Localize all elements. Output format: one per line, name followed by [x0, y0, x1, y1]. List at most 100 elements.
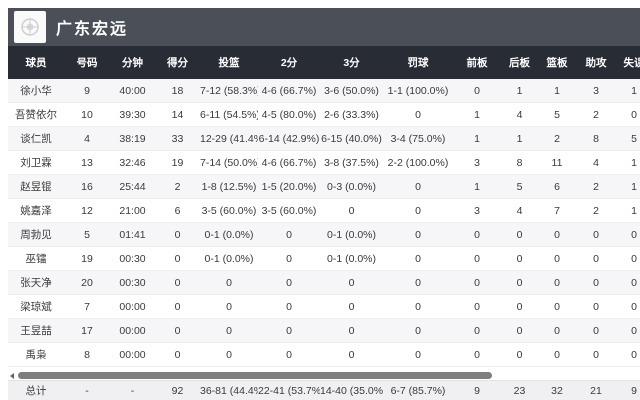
stat-fg: 0	[226, 324, 232, 337]
col-header-fg: 投篮	[218, 57, 240, 69]
stat-ft: 2-2 (100.0%)	[387, 156, 449, 169]
stat-dreb: 8	[516, 156, 523, 169]
stat-2p: 6-14 (42.9%)	[258, 132, 320, 145]
col-header-2p: 2分	[280, 57, 298, 69]
stat-reb: 1	[554, 84, 560, 97]
stat-ast: 0	[593, 300, 599, 313]
stat-ast: 0	[593, 348, 599, 361]
stat-number: 20	[81, 276, 93, 289]
table-row: 梁琼斌 7 00:00 0 0 0 0 0 0 0 0 0 0	[8, 295, 640, 319]
table-row: 禹枭 8 00:00 0 0 0 0 0 0 0 0 0 0	[8, 343, 640, 367]
stat-tov: 0	[631, 108, 637, 121]
stat-points: 0	[174, 276, 181, 289]
total-minutes: -	[130, 384, 135, 397]
stat-dreb: 4	[516, 204, 523, 217]
stat-tov: 0	[631, 300, 637, 313]
stat-number: 10	[81, 108, 93, 121]
stat-2p: 3-5 (60.0%)	[261, 204, 317, 217]
stats-table-viewport: 球员 号码 分钟 得分 投篮 2分 3分 罚球 前板 后板 篮板 助攻 失误 徐小华 9 40:00 18 7-…	[8, 46, 640, 371]
table-row: 徐小华 9 40:00 18 7-12 (58.3%) 4-6 (66.7%) 3-6 (5…	[8, 79, 640, 103]
stat-fg: 7-14 (50.0%)	[200, 156, 258, 169]
player-name: 巫镭	[25, 253, 47, 265]
stat-oreb: 1	[474, 180, 480, 193]
stat-tov: 1	[631, 156, 637, 169]
stat-2p: 0	[286, 252, 292, 265]
total-tov: 9	[631, 384, 637, 397]
stat-minutes: 39:30	[119, 108, 146, 121]
stat-3p: 0	[348, 348, 355, 361]
stat-2p: 4-6 (66.7%)	[261, 84, 317, 97]
stat-ft: 0	[415, 276, 421, 289]
stat-number: 16	[81, 180, 93, 193]
stat-ast: 2	[593, 204, 599, 217]
table-body: 徐小华 9 40:00 18 7-12 (58.3%) 4-6 (66.7%) 3-6 (5…	[8, 79, 640, 367]
stats-table: 球员 号码 分钟 得分 投篮 2分 3分 罚球 前板 后板 篮板 助攻 失误 徐小华 9 40:00 18 7-…	[8, 46, 640, 367]
table-row: 谈仁凯 4 38:19 33 12-29 (41.4%)6-14 (42.9%)6-15…	[8, 127, 640, 151]
stat-tov: 5	[631, 132, 637, 145]
total-3p: 14-40 (35.0%)	[320, 384, 383, 397]
stat-number: 8	[84, 348, 90, 361]
total-oreb: 9	[474, 384, 480, 397]
stat-2p: 0	[286, 324, 292, 337]
col-header-points: 得分	[167, 57, 188, 69]
stat-points: 33	[171, 132, 184, 145]
scrollbar-thumb[interactable]	[18, 372, 492, 379]
scroll-left-arrow-icon[interactable]	[10, 372, 14, 379]
stat-3p: 2-6 (33.3%)	[324, 108, 379, 121]
stat-oreb: 3	[474, 156, 480, 169]
stat-tov: 1	[631, 84, 637, 97]
stat-tov: 1	[631, 180, 637, 193]
stat-minutes: 32:46	[119, 156, 146, 169]
stat-3p: 0-1 (0.0%)	[326, 252, 377, 265]
total-reb: 32	[551, 384, 563, 397]
stat-reb: 0	[554, 252, 560, 265]
stat-points: 19	[171, 156, 184, 169]
team-logo-icon	[14, 11, 46, 43]
total-number: -	[85, 384, 89, 397]
stat-reb: 0	[554, 228, 560, 241]
stat-minutes: 40:00	[119, 84, 146, 97]
stat-oreb: 0	[474, 276, 480, 289]
col-header-minutes: 分钟	[122, 57, 143, 69]
stat-tov: 1	[631, 204, 637, 217]
stat-ast: 2	[593, 108, 599, 121]
table-row: 姚嘉泽 12 21:00 6 3-5 (60.0%) 3-5 (60.0%) 0 0 3 4 7 2 1	[8, 199, 640, 223]
player-name: 赵昱锟	[20, 181, 52, 193]
stat-2p: 4-5 (80.0%)	[261, 108, 317, 121]
stat-3p: 3-6 (50.0%)	[324, 84, 379, 97]
stat-fg: 0-1 (0.0%)	[204, 252, 254, 265]
stat-ast: 4	[593, 156, 599, 169]
stat-ft: 1-1 (100.0%)	[387, 84, 449, 97]
stat-ast: 0	[593, 228, 599, 241]
stat-ft: 0	[415, 108, 421, 121]
stat-dreb: 4	[516, 108, 523, 121]
table-header-row: 球员 号码 分钟 得分 投篮 2分 3分 罚球 前板 后板 篮板 助攻 失误	[8, 46, 640, 79]
stat-ft: 0	[415, 348, 421, 361]
stat-fg: 0-1 (0.0%)	[204, 228, 254, 241]
player-name: 徐小华	[20, 85, 52, 97]
horizontal-scrollbar[interactable]	[8, 371, 640, 380]
stat-ast: 3	[593, 84, 599, 97]
stat-fg: 7-12 (58.3%)	[200, 84, 258, 97]
col-header-ast: 助攻	[585, 57, 607, 69]
stat-2p: 0	[286, 300, 292, 313]
stat-2p: 0	[286, 348, 292, 361]
total-dreb: 23	[513, 384, 526, 397]
stat-ast: 0	[593, 324, 599, 337]
team-header: 广东宏远	[8, 8, 640, 46]
table-row: 巫镭 19 00:30 0 0-1 (0.0%) 0 0-1 (0.0%) 0 0 0 0 0 0	[8, 247, 640, 271]
stat-ft: 0	[415, 180, 421, 193]
stat-points: 2	[174, 180, 181, 193]
table-row: 刘卫霖 13 32:46 19 7-14 (50.0%) 4-6 (66.7%) 3-8 (…	[8, 151, 640, 175]
stat-dreb: 1	[516, 132, 523, 145]
stat-dreb: 5	[516, 180, 523, 193]
stat-reb: 2	[554, 132, 560, 145]
stat-minutes: 00:00	[119, 348, 146, 361]
stat-number: 12	[81, 204, 93, 217]
stat-reb: 7	[554, 204, 560, 217]
stat-3p: 0	[348, 300, 355, 313]
stat-reb: 11	[551, 156, 563, 169]
player-name: 周勃见	[20, 229, 52, 241]
total-fg: 36-81 (44.4%)	[200, 384, 258, 397]
stat-oreb: 0	[474, 84, 480, 97]
